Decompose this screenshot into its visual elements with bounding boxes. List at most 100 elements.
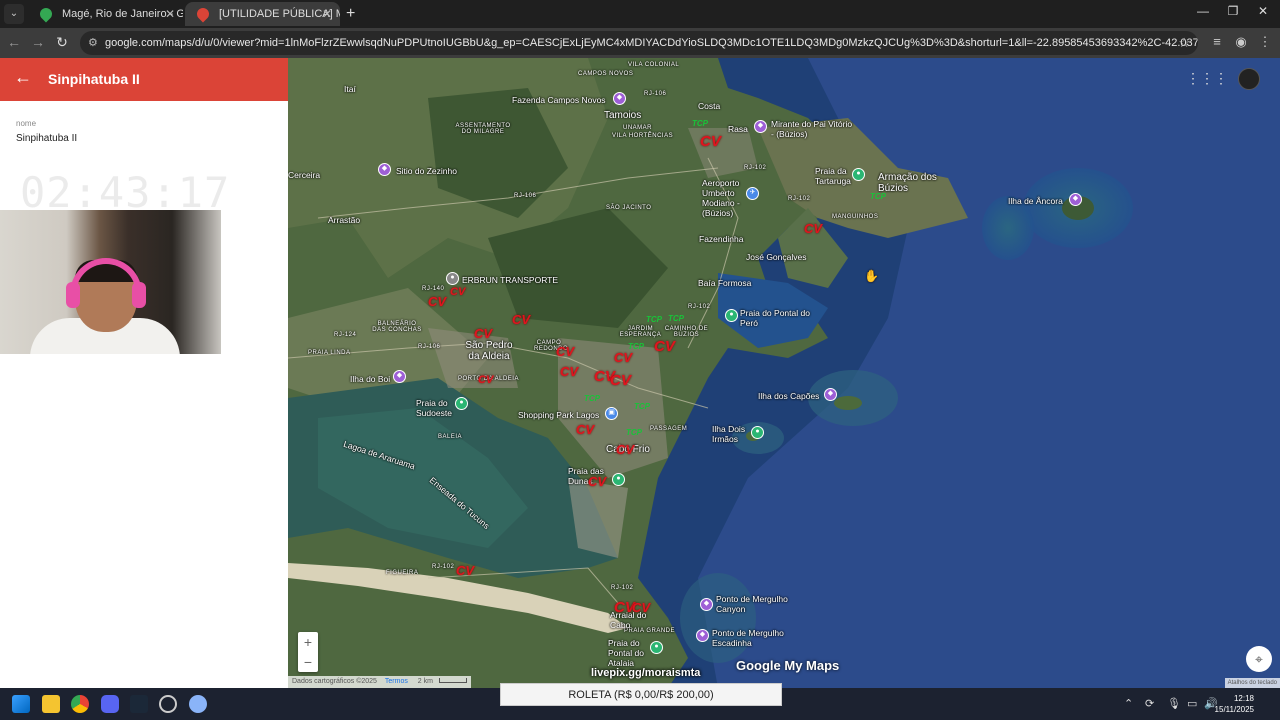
tcp-marker[interactable]: TCP — [628, 342, 644, 351]
tray-chevron-icon[interactable]: ⌃ — [1124, 697, 1133, 710]
zoom-out-button[interactable]: − — [298, 652, 318, 672]
poi-marker-icon[interactable]: ● — [612, 473, 625, 486]
map-attribution: Dados cartográficos ©2025 Termos 2 km — [288, 676, 471, 688]
poi-marker-icon[interactable]: ● — [650, 641, 663, 654]
cv-marker[interactable]: CV — [700, 133, 721, 150]
poi-marker-icon[interactable]: ◆ — [393, 370, 406, 383]
cv-marker[interactable]: CV — [512, 312, 530, 327]
livepix-overlay-text: livepix.gg/moraismta — [591, 667, 701, 679]
clock-time: 12:18 — [1233, 694, 1254, 703]
road-label: RJ-102 — [744, 165, 767, 171]
new-tab-button[interactable]: + — [346, 4, 355, 24]
map-label: ERBRUN TRANSPORTE — [462, 275, 559, 285]
cv-marker[interactable]: CV — [610, 372, 631, 389]
windows-start-icon[interactable] — [12, 695, 30, 713]
map-label: SÃO JACINTO — [606, 205, 652, 211]
microphone-icon[interactable]: 🎙 — [1167, 697, 1181, 710]
tcp-marker[interactable]: TCP — [626, 428, 642, 437]
poi-marker-icon[interactable]: ◆ — [696, 629, 709, 642]
terms-link[interactable]: Termos — [385, 678, 408, 685]
map-label: VILA HORTÊNCIAS — [612, 133, 674, 139]
cv-marker[interactable]: CV — [428, 294, 446, 309]
tcp-marker[interactable]: TCP — [646, 315, 662, 324]
poi-marker-icon[interactable]: ● — [751, 426, 764, 439]
settings-gear-icon[interactable] — [189, 695, 207, 713]
apps-grid-icon[interactable]: ⋮⋮⋮ — [1186, 70, 1228, 87]
back-icon[interactable]: ← — [4, 34, 24, 50]
chrome-icon[interactable] — [71, 695, 89, 713]
discord-icon[interactable] — [101, 695, 119, 713]
poi-marker-icon[interactable]: ◆ — [700, 598, 713, 611]
obs-icon[interactable] — [159, 695, 177, 713]
cv-marker[interactable]: CV — [456, 563, 474, 578]
forward-icon[interactable]: → — [28, 34, 48, 50]
poi-marker-icon[interactable]: ◆ — [824, 388, 837, 401]
close-window-button[interactable]: ✕ — [1248, 4, 1278, 18]
tcp-marker[interactable]: TCP — [870, 192, 886, 201]
cv-marker[interactable]: CV — [450, 286, 465, 298]
site-info-icon[interactable]: ⚙ — [88, 31, 98, 55]
poi-marker-icon[interactable]: ● — [725, 309, 738, 322]
satellite-map[interactable]: Itaí CAMPOS NOVOS VILA COLONIAL Fazenda … — [288, 58, 1280, 688]
cv-marker[interactable]: CV — [804, 221, 822, 236]
poi-marker-icon[interactable]: ◆ — [754, 120, 767, 133]
system-clock[interactable]: 12:18 15/11/2025 — [1215, 693, 1254, 715]
cv-marker[interactable]: CV — [478, 374, 493, 386]
account-avatar[interactable] — [1238, 68, 1260, 90]
cv-marker[interactable]: CV — [588, 474, 606, 489]
zoom-in-button[interactable]: + — [298, 632, 318, 652]
menu-icon[interactable]: ⋮ — [1255, 34, 1275, 50]
cv-marker[interactable]: CV — [616, 442, 634, 457]
cv-marker[interactable]: CV — [614, 350, 632, 365]
poi-marker-icon[interactable]: ◆ — [1069, 193, 1082, 206]
poi-marker-icon[interactable]: ◆ — [613, 92, 626, 105]
tab-close-icon[interactable]: ✕ — [322, 2, 332, 26]
poi-marker-icon[interactable]: ● — [446, 272, 459, 285]
map-label: BALEIA — [438, 434, 463, 440]
map-label: Ilha dos Capões — [758, 391, 820, 401]
back-arrow-icon[interactable]: ← — [14, 67, 32, 88]
cv-marker[interactable]: CV — [560, 364, 578, 379]
bookmark-star-icon[interactable]: ☆ — [1178, 31, 1190, 55]
tray-sync-icon[interactable]: ⟳ — [1145, 697, 1154, 710]
address-bar[interactable]: ⚙ google.com/maps/d/u/0/viewer?mid=1lnMo… — [80, 31, 1198, 55]
keyboard-shortcuts-link[interactable]: Atalhos do teclado — [1224, 678, 1280, 688]
cv-marker[interactable]: CV — [556, 344, 574, 359]
tab-mage[interactable]: Magé, Rio de Janeiro - Google ✕ — [28, 2, 183, 26]
cv-marker[interactable]: CV — [576, 422, 594, 437]
file-explorer-icon[interactable] — [42, 695, 60, 713]
poi-marker-icon[interactable]: ◆ — [378, 163, 391, 176]
media-icon[interactable]: ≡ — [1207, 34, 1227, 49]
google-my-maps-logo: Google My Maps — [736, 658, 840, 673]
map-label: Itaí — [344, 84, 356, 94]
map-label: Arrastão — [328, 215, 361, 225]
tab-close-icon[interactable]: ✕ — [165, 2, 175, 26]
tab-search-icon[interactable]: ⌄ — [4, 4, 24, 24]
network-icon[interactable]: ▭ — [1187, 697, 1197, 710]
steam-icon[interactable] — [130, 695, 148, 713]
cv-marker[interactable]: CV — [474, 326, 492, 341]
profile-icon[interactable]: ◉ — [1231, 34, 1251, 50]
my-location-button[interactable]: ⌖ — [1246, 646, 1272, 672]
shopping-icon[interactable]: ▣ — [605, 407, 618, 420]
road-label: RJ-106 — [418, 344, 441, 350]
road-label: RJ-102 — [788, 196, 811, 202]
poi-marker-icon[interactable]: ● — [852, 168, 865, 181]
map-label: São Pedro da Aldeia — [465, 340, 513, 362]
tcp-marker[interactable]: TCP — [668, 314, 684, 323]
restore-button[interactable]: ❐ — [1218, 4, 1248, 18]
cv-marker[interactable]: CV — [654, 338, 675, 355]
tcp-marker[interactable]: TCP — [692, 119, 708, 128]
cv-marker[interactable]: CV — [632, 600, 650, 615]
reload-icon[interactable]: ↻ — [52, 34, 72, 51]
airport-icon[interactable]: ✈ — [746, 187, 759, 200]
minimize-button[interactable]: — — [1188, 4, 1218, 18]
map-label: Praia da Tartaruga — [815, 166, 851, 186]
tcp-marker[interactable]: TCP — [584, 394, 600, 403]
tcp-marker[interactable]: TCP — [634, 402, 650, 411]
map-label: BALNEÁRIO DAS CONCHAS — [372, 321, 422, 333]
map-label: Fazenda Campos Novos — [512, 95, 606, 105]
tab-mapa[interactable]: [UTILIDADE PÚBLICA] Mapa De ✕ — [185, 2, 340, 26]
poi-marker-icon[interactable]: ● — [455, 397, 468, 410]
field-value: Sinpihatuba II — [16, 133, 78, 144]
